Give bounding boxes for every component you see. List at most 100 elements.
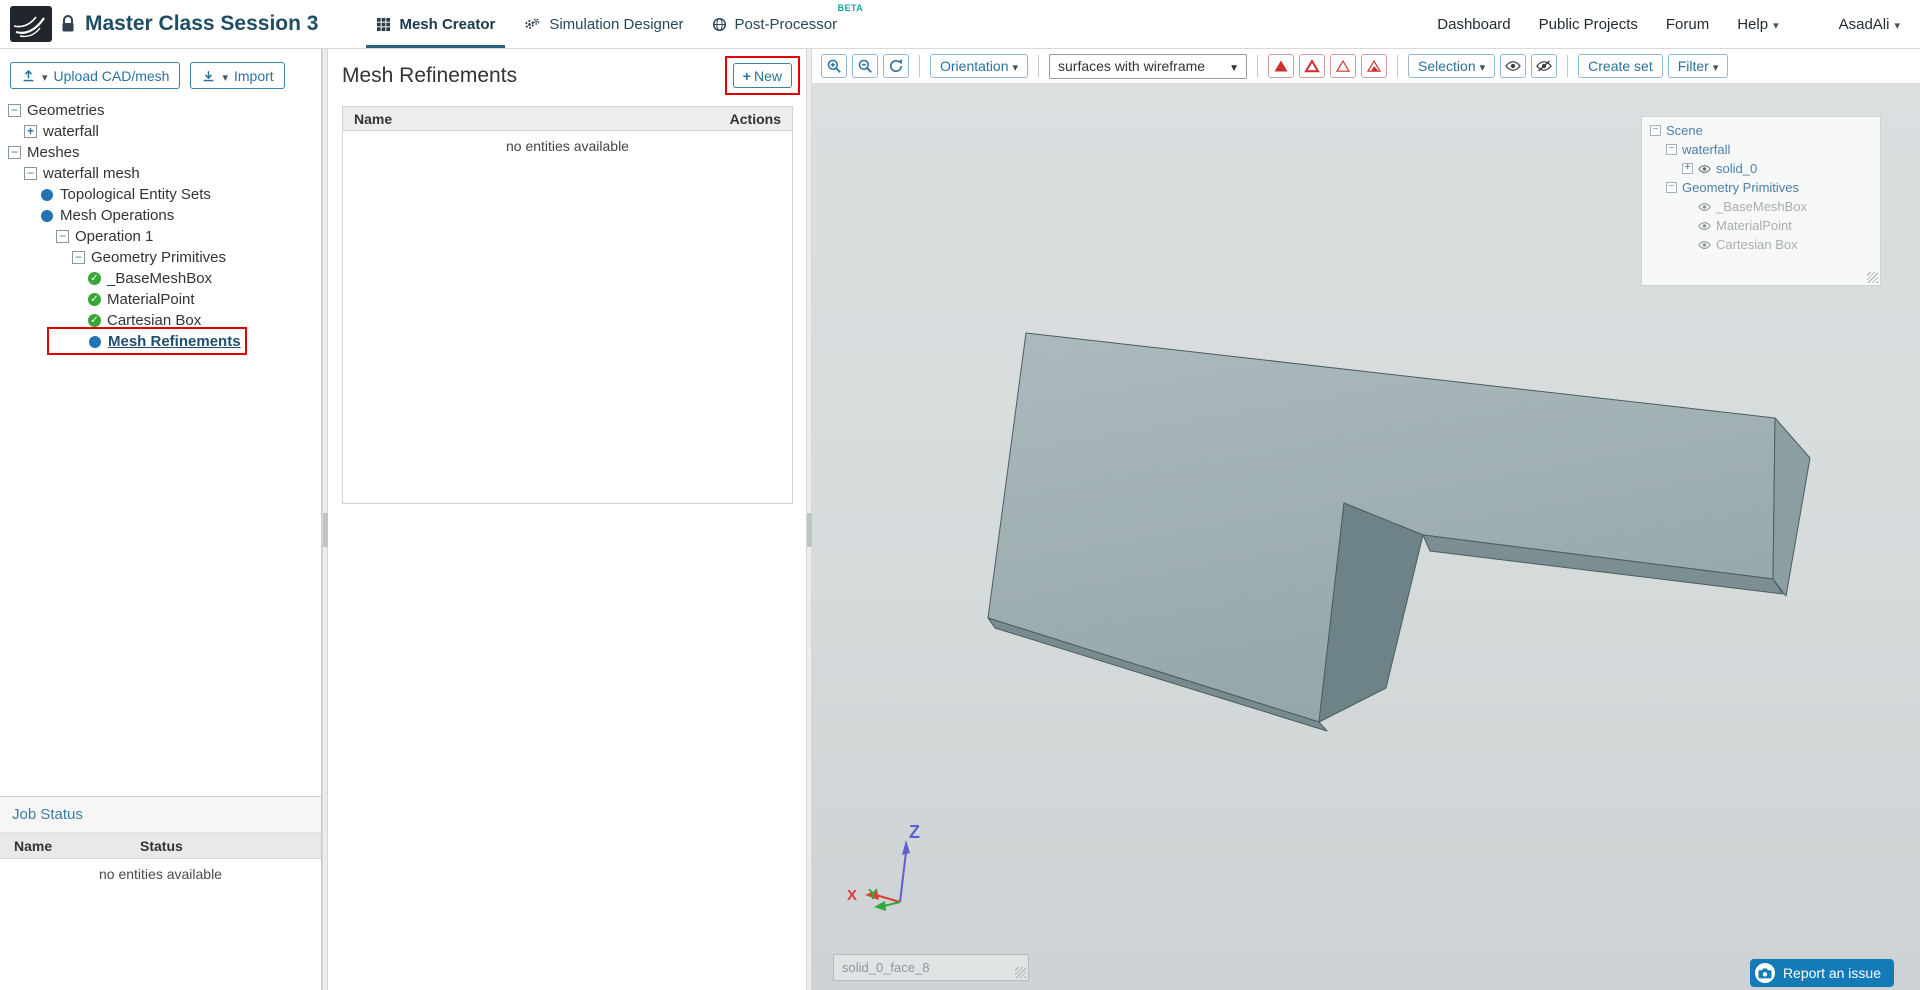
chevron-down-icon [1012, 58, 1018, 74]
axis-triad: Z X Y [840, 808, 950, 928]
scene-node-geometry-primitives[interactable]: Geometry Primitives [1650, 178, 1872, 197]
nav-public-projects[interactable]: Public Projects [1539, 16, 1638, 33]
nav-help[interactable]: Help [1737, 16, 1778, 33]
toolbar-separator [1567, 55, 1568, 77]
mesh-quality-all-button[interactable] [1268, 54, 1294, 78]
eye-icon[interactable] [1698, 164, 1711, 174]
collapse-icon[interactable] [1650, 125, 1661, 136]
new-refinement-button[interactable]: New [733, 63, 792, 88]
viewport-canvas[interactable]: Scene waterfall solid_0 Geometry Primiti… [812, 83, 1920, 990]
render-mode-select[interactable]: surfaces with wireframe [1049, 54, 1247, 79]
filter-button[interactable]: Filter [1668, 54, 1729, 78]
scene-tree-overlay: Scene waterfall solid_0 Geometry Primiti… [1641, 116, 1881, 286]
scene-node-scene[interactable]: Scene [1650, 121, 1872, 140]
collapse-icon[interactable] [24, 167, 37, 180]
collapse-icon[interactable] [56, 230, 69, 243]
import-button[interactable]: Import [190, 62, 284, 89]
chevron-down-icon [42, 68, 48, 84]
chevron-down-icon [1480, 58, 1486, 74]
mesh-quality-partial-button[interactable] [1361, 54, 1387, 78]
plus-icon [743, 68, 751, 84]
scene-node-materialpoint[interactable]: MaterialPoint [1650, 216, 1872, 235]
orientation-button[interactable]: Orientation [930, 54, 1028, 78]
nav-user-menu[interactable]: AsadAli [1839, 16, 1900, 33]
project-title: Master Class Session 3 [85, 12, 318, 36]
create-set-button[interactable]: Create set [1578, 54, 1663, 78]
selection-button[interactable]: Selection [1408, 54, 1495, 78]
top-nav: Dashboard Public Projects Forum Help Asa… [1437, 16, 1900, 33]
resize-grip[interactable] [1015, 967, 1026, 978]
toolbar-separator [1257, 55, 1258, 77]
tree-item-mesh-operations[interactable]: Mesh Operations [0, 205, 321, 226]
column-name: Name [354, 111, 392, 127]
triangle-outline-thick-icon [1304, 58, 1320, 74]
tree-item-materialpoint[interactable]: MaterialPoint [0, 289, 321, 310]
column-status: Status [140, 838, 183, 854]
eye-icon[interactable] [1698, 202, 1711, 212]
axis-z-label: Z [909, 822, 920, 842]
tree-item-waterfall[interactable]: waterfall [0, 121, 321, 142]
chevron-down-icon [1713, 58, 1719, 74]
tree-item-geometries[interactable]: Geometries [0, 100, 321, 121]
column-actions: Actions [730, 111, 781, 127]
job-status-empty-text: no entities available [0, 859, 321, 882]
tree-item-topological-entity-sets[interactable]: Topological Entity Sets [0, 184, 321, 205]
nav-forum[interactable]: Forum [1666, 16, 1709, 33]
tab-simulation-designer[interactable]: Simulation Designer [509, 0, 697, 48]
hide-button[interactable] [1531, 54, 1557, 78]
column-name: Name [0, 838, 140, 854]
collapse-icon[interactable] [72, 251, 85, 264]
toolbar-separator [1038, 55, 1039, 77]
job-status-title: Job Status [0, 797, 321, 833]
check-icon [88, 293, 101, 306]
tree-item-meshes[interactable]: Meshes [0, 142, 321, 163]
hovered-entity-label: solid_0_face_8 [833, 954, 1029, 981]
eye-icon[interactable] [1698, 240, 1711, 250]
zoom-in-button[interactable] [821, 54, 847, 78]
collapse-icon[interactable] [1666, 182, 1677, 193]
report-issue-button[interactable]: Report an issue [1750, 959, 1894, 987]
upload-cad-button[interactable]: Upload CAD/mesh [10, 62, 180, 89]
logo-icon [10, 6, 52, 42]
mesh-quality-surface-button[interactable] [1299, 54, 1325, 78]
job-status-header: Name Status [0, 833, 321, 859]
chevron-down-icon [222, 68, 228, 84]
refinements-table: Name Actions no entities available [342, 106, 793, 504]
collapse-icon[interactable] [1666, 144, 1677, 155]
tree-item-geometry-primitives[interactable]: Geometry Primitives [0, 247, 321, 268]
tree-item-mesh-refinements[interactable]: Mesh Refinements [0, 331, 321, 352]
app-logo[interactable] [10, 6, 52, 42]
node-dot-icon [41, 189, 53, 201]
nav-dashboard[interactable]: Dashboard [1437, 16, 1510, 33]
sidebar-buttons: Upload CAD/mesh Import [0, 49, 321, 98]
panel-header: Mesh Refinements New [328, 49, 806, 88]
grid-icon [376, 17, 391, 32]
solid-end-cap-face [1773, 418, 1810, 596]
collapse-icon[interactable] [8, 146, 21, 159]
axis-y-label: Y [868, 886, 878, 903]
expand-icon[interactable] [1682, 163, 1693, 174]
scene-node-cartesian-box[interactable]: Cartesian Box [1650, 235, 1872, 254]
empty-table-text: no entities available [343, 131, 792, 154]
mesh-quality-wire-button[interactable] [1330, 54, 1356, 78]
scene-node-basemeshbox[interactable]: _BaseMeshBox [1650, 197, 1872, 216]
expand-icon[interactable] [24, 125, 37, 138]
tree-item-basemeshbox[interactable]: _BaseMeshBox [0, 268, 321, 289]
tab-post-processor[interactable]: Post-Processor BETA [698, 0, 868, 48]
tree-item-operation-1[interactable]: Operation 1 [0, 226, 321, 247]
collapse-icon[interactable] [8, 104, 21, 117]
scene-node-waterfall[interactable]: waterfall [1650, 140, 1872, 159]
check-icon [88, 272, 101, 285]
tree-item-waterfall-mesh[interactable]: waterfall mesh [0, 163, 321, 184]
show-button[interactable] [1500, 54, 1526, 78]
resize-grip[interactable] [1867, 272, 1878, 283]
scene-node-solid-0[interactable]: solid_0 [1650, 159, 1872, 178]
zoom-out-button[interactable] [852, 54, 878, 78]
tab-mesh-creator[interactable]: Mesh Creator [362, 0, 509, 48]
upload-icon [21, 68, 36, 83]
eye-icon[interactable] [1698, 221, 1711, 231]
app-root: Master Class Session 3 Mesh Creator Simu… [0, 0, 1920, 990]
reset-view-button[interactable] [883, 54, 909, 78]
tree-item-cartesian-box[interactable]: Cartesian Box [0, 310, 321, 331]
eye-icon [1505, 60, 1521, 72]
